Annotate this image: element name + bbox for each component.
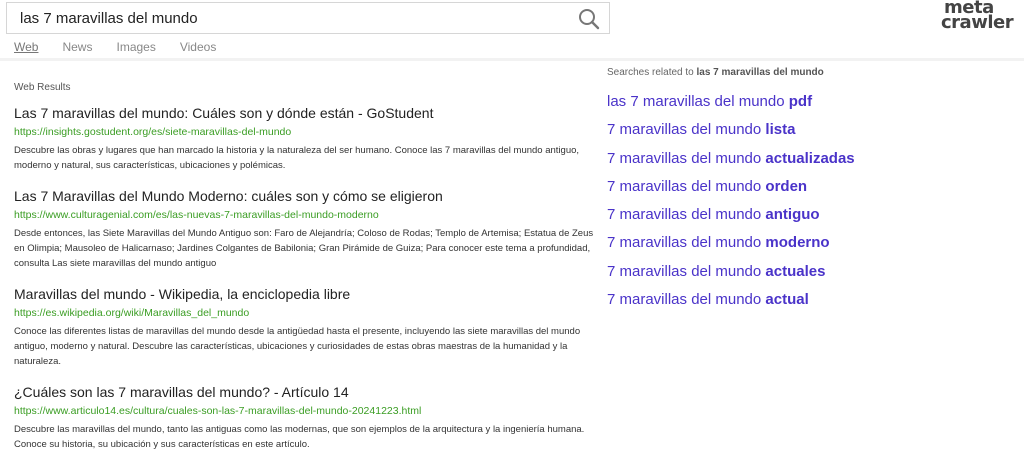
web-results-label: Web Results (14, 82, 71, 93)
related-search-plain: 7 maravillas del mundo (607, 149, 766, 167)
related-search-bold: actual (765, 291, 809, 309)
related-search-link[interactable]: 7 maravillas del mundo lista (607, 121, 1007, 149)
result-description: Desde entonces, las Siete Maravillas del… (14, 228, 594, 269)
result-description: Descubre las obras y lugares que han mar… (14, 145, 580, 171)
related-heading-prefix: Searches related to (607, 67, 694, 78)
result-description: Conoce las diferentes listas de maravill… (14, 326, 581, 367)
result-title-link[interactable]: Maravillas del mundo - Wikipedia, la enc… (14, 285, 599, 303)
result-item: Las 7 Maravillas del Mundo Moderno: cuál… (14, 187, 599, 271)
related-search-bold: orden (765, 177, 808, 195)
header: meta crawler Web News Images Videos (0, 0, 1024, 60)
related-search-bold: pdf (788, 93, 813, 110)
result-url[interactable]: https://www.articulo14.es/cultura/cuales… (14, 404, 599, 418)
result-description: Descubre las maravillas del mundo, tanto… (14, 424, 585, 450)
result-title-link[interactable]: Las 7 maravillas del mundo: Cuáles son y… (14, 104, 599, 122)
related-search-plain: 7 maravillas del mundo (607, 206, 766, 224)
related-search-plain: las 7 maravillas del mundo (607, 93, 789, 110)
related-search-link[interactable]: 7 maravillas del mundo actualizadas (607, 150, 1007, 178)
result-url[interactable]: https://www.culturagenial.com/es/las-nue… (14, 208, 599, 222)
related-searches-heading: Searches related to las 7 maravillas del… (607, 67, 1007, 79)
result-item: Maravillas del mundo - Wikipedia, la enc… (14, 285, 599, 369)
header-divider (0, 58, 1024, 61)
related-search-link[interactable]: 7 maravillas del mundo actuales (607, 263, 1007, 291)
related-search-bold: moderno (765, 234, 830, 252)
related-search-link[interactable]: 7 maravillas del mundo orden (607, 178, 1007, 206)
related-search-bold: actuales (765, 262, 826, 280)
search-icon[interactable] (577, 7, 601, 31)
tab-images[interactable]: Images (116, 40, 155, 56)
related-search-plain: 7 maravillas del mundo (607, 262, 766, 280)
logo-text-crawler: crawler (941, 12, 1014, 33)
result-item: Las 7 maravillas del mundo: Cuáles son y… (14, 104, 599, 173)
related-search-bold: antiguo (765, 206, 820, 224)
metacrawler-logo[interactable]: meta crawler (938, 0, 1018, 36)
related-search-link[interactable]: las 7 maravillas del mundo pdf (607, 93, 1007, 121)
result-title-link[interactable]: ¿Cuáles son las 7 maravillas del mundo? … (14, 383, 599, 401)
related-search-link[interactable]: 7 maravillas del mundo moderno (607, 234, 1007, 262)
search-input[interactable] (7, 3, 567, 33)
search-box (6, 2, 610, 34)
result-title-link[interactable]: Las 7 Maravillas del Mundo Moderno: cuál… (14, 187, 599, 205)
tab-videos[interactable]: Videos (180, 40, 216, 56)
related-search-plain: 7 maravillas del mundo (607, 291, 766, 309)
related-search-plain: 7 maravillas del mundo (607, 121, 766, 139)
related-searches: Searches related to las 7 maravillas del… (607, 67, 1007, 319)
tab-news[interactable]: News (62, 40, 92, 56)
result-url[interactable]: https://insights.gostudent.org/es/siete-… (14, 125, 599, 139)
result-item: ¿Cuáles son las 7 maravillas del mundo? … (14, 383, 599, 452)
related-search-bold: lista (765, 121, 796, 139)
related-heading-query: las 7 maravillas del mundo (696, 67, 824, 78)
search-tabs: Web News Images Videos (14, 40, 240, 56)
tab-web[interactable]: Web (14, 40, 38, 56)
result-url[interactable]: https://es.wikipedia.org/wiki/Maravillas… (14, 306, 599, 320)
related-search-bold: actualizadas (765, 149, 855, 167)
related-search-link[interactable]: 7 maravillas del mundo antiguo (607, 206, 1007, 234)
related-search-link[interactable]: 7 maravillas del mundo actual (607, 291, 1007, 319)
related-search-plain: 7 maravillas del mundo (607, 234, 766, 252)
web-results: Web Results Las 7 maravillas del mundo: … (14, 82, 599, 461)
related-search-plain: 7 maravillas del mundo (607, 177, 766, 195)
